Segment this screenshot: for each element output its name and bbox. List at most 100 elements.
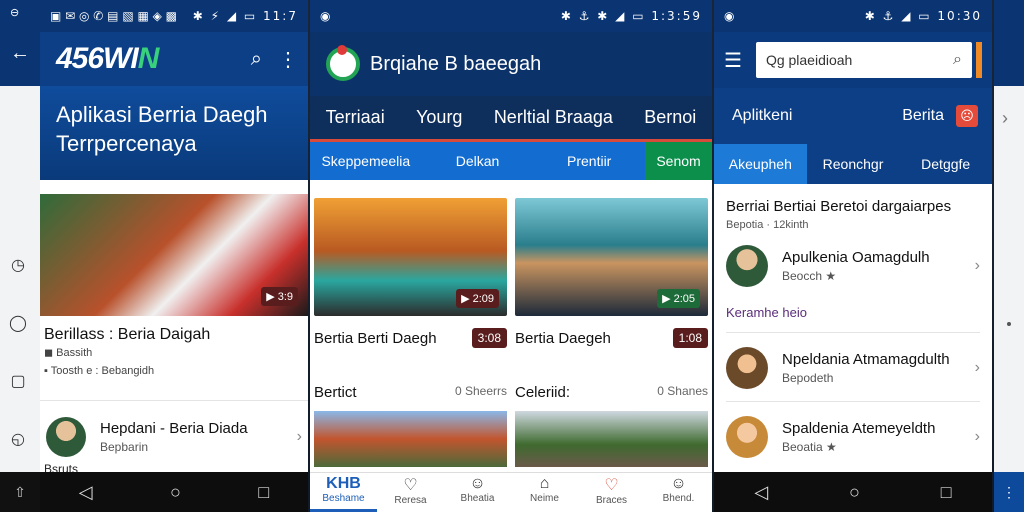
subtab-1[interactable]: Skeppemeelia [310, 153, 422, 169]
status-icon: ⊖ [10, 7, 20, 19]
headline[interactable]: Berriai Bertiai Beretoi dargaiarpes [726, 198, 980, 215]
section-right-label[interactable]: Berita [902, 107, 944, 125]
search-icon[interactable]: ⌕ [251, 48, 262, 71]
notification-icon[interactable]: ☹ [956, 105, 978, 127]
tab-active[interactable]: Akeupheh [714, 144, 807, 184]
system-nav-bar: ◁ ○ □ [714, 472, 992, 512]
right-rail-header [994, 0, 1024, 86]
orange-accent-strip [976, 42, 982, 78]
dot-indicator [1007, 322, 1011, 326]
subtab-4[interactable]: Senom [645, 142, 712, 180]
news-card[interactable]: ▶ 2:05 Bertia Daegeh 1:08 Celeriid: 0 Sh… [511, 198, 712, 467]
tab[interactable]: Detggfe [899, 144, 992, 184]
search-icon[interactable]: ⌕ [953, 51, 962, 69]
app-logo-icon [326, 45, 360, 81]
tab-4[interactable]: Bernoi [644, 107, 696, 128]
subtab-2[interactable]: Delkan [422, 153, 534, 169]
bottom-nav-label: Bheatia [460, 493, 495, 504]
chevron-right-icon[interactable]: › [1002, 108, 1008, 129]
bottom-nav-item[interactable]: KHB Beshame [310, 473, 377, 512]
news-card[interactable]: ▶ 2:09 Bertia Berti Daegh 3:08 Bertict 0… [310, 198, 511, 467]
logo-text: 456WI [56, 42, 139, 75]
content-list: Berriai Bertiai Beretoi dargaiarpes Bepo… [714, 184, 992, 458]
tab-2[interactable]: Yourg [416, 107, 462, 128]
bottom-nav-item[interactable]: ♡ Braces [578, 473, 645, 512]
back-arrow-icon[interactable]: ← [10, 42, 30, 65]
chevron-right-icon: › [296, 427, 302, 445]
list-item-title: Npeldania Atmamagdulth [782, 351, 950, 368]
heart-icon: ♡ [604, 477, 619, 494]
status-right-icons: ✱ ⚡ ◢ ▭ 11:7 [192, 9, 298, 23]
primary-tabs: Terriaai Yourg Nerltial Braaga Bernoi [310, 96, 712, 142]
subtab-3[interactable]: Prentiir [533, 153, 645, 169]
nav-home-icon[interactable]: ○ [849, 482, 860, 503]
folder-icon[interactable]: ▢ [8, 372, 28, 392]
news-title[interactable]: Berillass : Beria Daigah [40, 316, 308, 344]
bottom-nav-item[interactable]: ☺ Bhend. [645, 473, 712, 512]
status-right-icons: ✱ ⚓ ◢ ▭ 10:30 [864, 9, 982, 23]
nav-back-icon[interactable]: ◁ [754, 482, 768, 503]
rail-bottom-button[interactable]: ⇧ [0, 472, 40, 512]
list-item-title: Hepdani - Beria Diada [100, 419, 248, 437]
news-thumbnail[interactable] [515, 411, 708, 467]
system-nav-bar: ◁ ○ □ [40, 472, 308, 512]
home-icon: ⌂ [539, 475, 550, 492]
hamburger-menu-icon[interactable]: ☰ [724, 48, 742, 73]
list-item-subtitle: Bepodeth [782, 371, 834, 385]
list-item[interactable]: Hepdani - Beria Diada Bepbarin › [40, 400, 308, 472]
bottom-nav-item[interactable]: ⌂ Neime [511, 473, 578, 512]
more-vert-icon[interactable]: ⋮ [994, 472, 1024, 512]
nav-recents-icon[interactable]: □ [941, 482, 952, 503]
app-toolbar: ☰ ⌕ [714, 32, 992, 88]
news-image: ▶ 2:05 [515, 198, 708, 316]
bottom-nav-item[interactable]: ☺ Bheatia [444, 473, 511, 512]
hero-banner: Aplikasi Berria Daegh Terrpercenaya [40, 86, 308, 180]
phone-screen-3: ◉ ✱ ⚓ ◢ ▭ 10:30 ☰ ⌕ Aplitkeni Berita ☹ A… [714, 0, 992, 512]
list-item[interactable]: Npeldania Atmamagdulth Bepodeth › [726, 347, 980, 389]
history-icon[interactable]: ◵ [8, 430, 28, 450]
chat-icon[interactable]: ◯ [8, 314, 28, 334]
section-count: 0 Shanes [657, 384, 708, 398]
logo-accent-text: N [137, 42, 160, 75]
app-toolbar: Brqiahe B baeegah [310, 32, 712, 96]
chevron-right-icon: › [974, 428, 980, 445]
list-item-title: Apulkenia Oamagdulh [782, 249, 930, 266]
time-badge: 3:08 [471, 328, 507, 348]
tab-3[interactable]: Nerltial Braaga [494, 107, 613, 128]
home-logo-icon: KHB [326, 475, 361, 492]
list-item[interactable]: Apulkenia Oamagdulh Beocch ★ › [726, 245, 980, 287]
nav-back-icon[interactable]: ◁ [79, 482, 93, 503]
video-duration-badge: ▶ 2:09 [456, 289, 499, 308]
list-item-subtitle: Bepbarin [100, 439, 149, 454]
phone-screen-2: ◉ ✱ ⚓ ✱ ◢ ▭ 1:3:59 Brqiahe B baeegah Ter… [310, 0, 712, 512]
tab[interactable]: Reonchgr [807, 144, 900, 184]
avatar [46, 416, 86, 457]
list-item[interactable]: Spaldenia Atemeyeldth Beoatia ★ › [726, 416, 980, 458]
news-image[interactable]: ▶ 3:9 [40, 194, 308, 316]
category-tabs: Akeupheh Reonchgr Detggfe [714, 144, 992, 184]
section-link[interactable]: Keramhe heio [726, 305, 980, 320]
status-left-icons: ◉ [320, 9, 331, 23]
chevron-right-icon: › [974, 257, 980, 274]
status-right-icons: ✱ ⚓ ✱ ◢ ▭ 1:3:59 [560, 9, 702, 23]
status-left-icons: ◉ [724, 9, 735, 23]
divider [726, 401, 980, 402]
phone-screen-1: ▣ ✉ ◎ ✆ ▤ ▧ ▦ ◈ ▩ ✱ ⚡ ◢ ▭ 11:7 456WIN ⌕ … [40, 0, 308, 512]
bottom-nav-label: Neime [530, 493, 559, 504]
nav-recents-icon[interactable]: □ [258, 482, 269, 503]
tab-1[interactable]: Terriaai [326, 107, 385, 128]
app-toolbar: 456WIN ⌕ ⋮ [40, 32, 308, 86]
bottom-nav-item[interactable]: ♡ Reresa [377, 473, 444, 512]
news-thumbnail[interactable] [314, 411, 507, 467]
left-rail: ⊖ ← ◷ ◯ ▢ ◵ ⇧ [0, 0, 40, 512]
heart-icon: ♡ [403, 477, 418, 494]
clock-icon[interactable]: ◷ [8, 256, 28, 276]
search-input[interactable] [765, 52, 954, 68]
bottom-nav-label: Beshame [322, 493, 365, 504]
more-vert-icon[interactable]: ⋮ [278, 47, 298, 72]
nav-home-icon[interactable]: ○ [170, 482, 181, 503]
list-item-subtitle: Beocch ★ [782, 269, 837, 283]
search-bar[interactable]: ⌕ [755, 42, 972, 78]
news-title: Bertia Daegeh [515, 329, 611, 347]
list-item-subtitle: Beoatia ★ [782, 440, 837, 454]
